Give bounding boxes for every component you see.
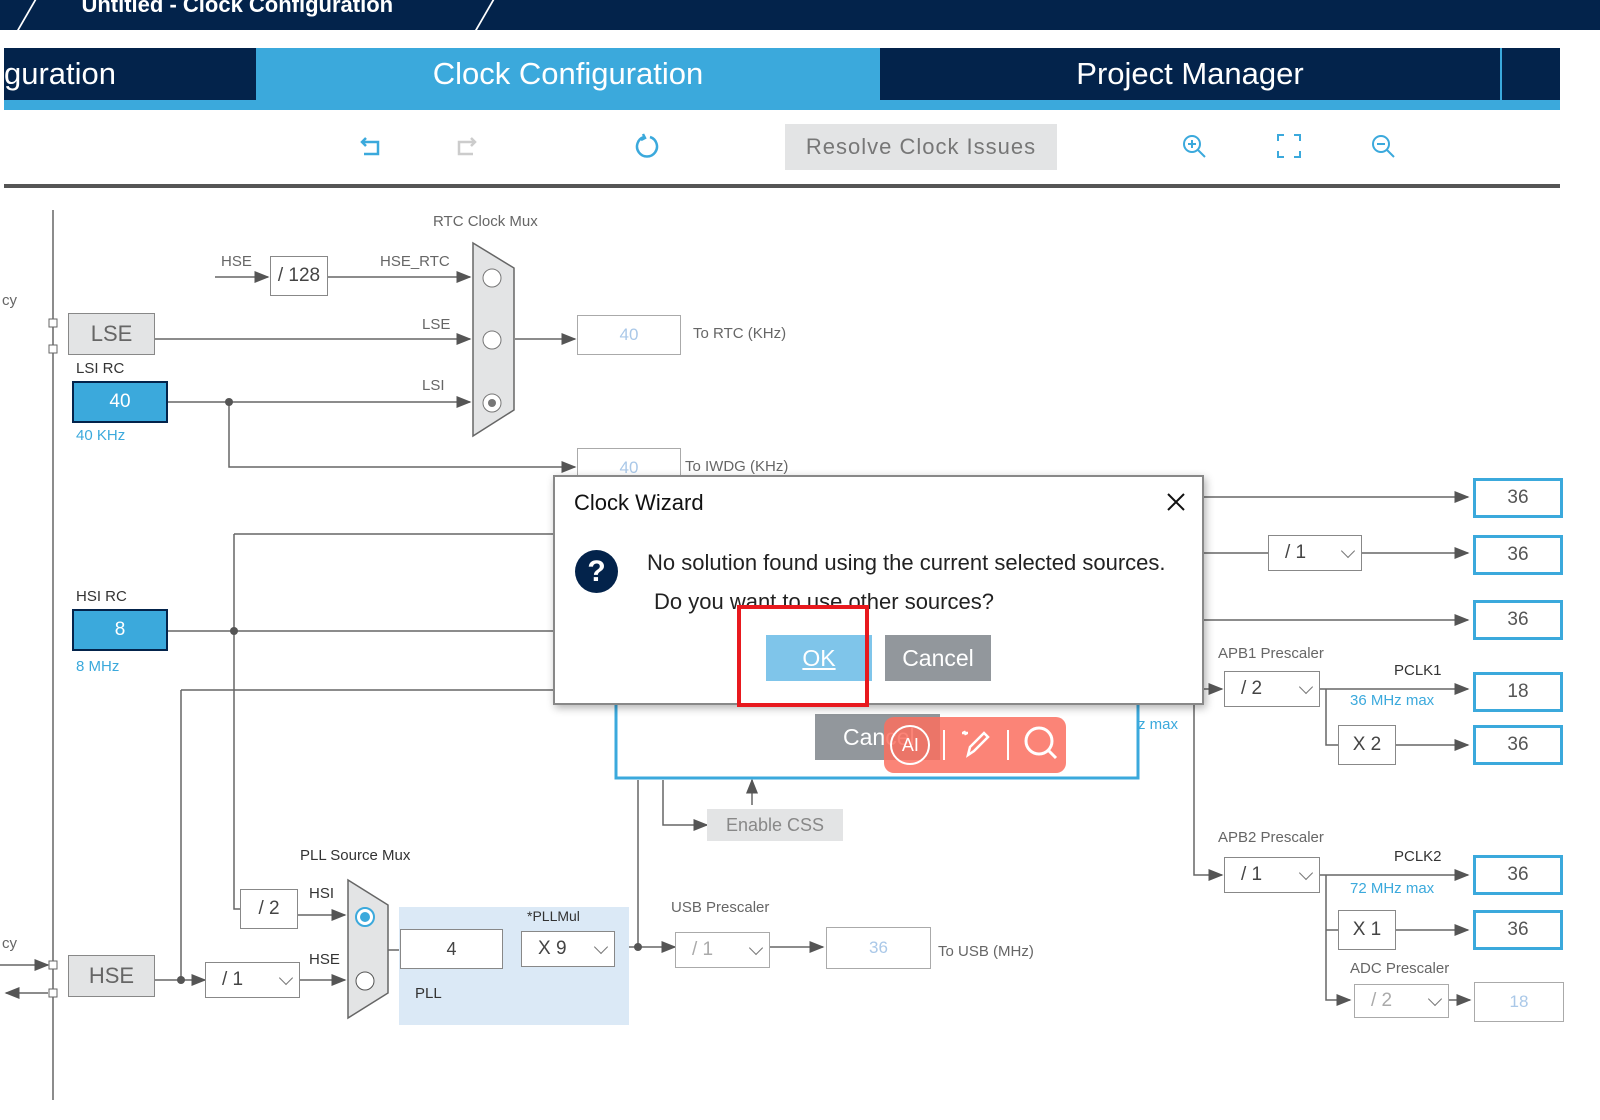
hse-source[interactable]: HSE [68, 955, 155, 997]
hse-label: HSE [221, 253, 252, 270]
apb2-prescaler-select[interactable]: / 1 [1224, 857, 1320, 893]
pclk2-value[interactable]: 36 [1473, 855, 1563, 895]
pll-input-value[interactable]: 4 [400, 929, 503, 969]
chevron-down-icon [1298, 865, 1314, 880]
chevron-down-icon [1427, 991, 1443, 1006]
divider [943, 730, 946, 760]
behind-max-label: z max [1138, 716, 1179, 733]
output-value[interactable]: 36 [1473, 478, 1563, 518]
lsi-rc-label: LSI RC [76, 360, 125, 377]
ahb-divider-select[interactable]: / 1 [1268, 535, 1362, 571]
pllmul-value: X 9 [538, 938, 567, 959]
rtc-label: To RTC (KHz) [693, 325, 787, 342]
usb-prescaler-select[interactable]: / 1 [675, 932, 770, 968]
hsi-pll-divider: / 2 [240, 889, 298, 929]
hsi-freq: 8 MHz [76, 658, 120, 675]
cy-label: cy [2, 292, 17, 309]
chevron-down-icon [1340, 543, 1356, 558]
pclk1-label: PCLK1 [1394, 662, 1442, 679]
pll-hsi-label: HSI [309, 885, 335, 902]
pll-mux-label: PLL Source Mux [300, 847, 411, 864]
ahb-divider-value: / 1 [1285, 542, 1307, 563]
adc-prescaler-label: ADC Prescaler [1350, 960, 1450, 977]
adc-value[interactable]: 18 [1474, 982, 1564, 1022]
divider [1006, 730, 1009, 760]
pll-hse-label: HSE [309, 951, 340, 968]
lsi-rc-value[interactable]: 40 [72, 381, 168, 423]
question-icon: ? [575, 550, 618, 593]
lsi-line-label: LSI [422, 377, 445, 394]
cancel-button[interactable]: Cancel [885, 635, 991, 681]
apb2-timer-multiplier: X 1 [1338, 910, 1396, 950]
chevron-down-icon [278, 970, 294, 985]
pllmul-label: *PLLMul [527, 908, 580, 924]
close-icon[interactable] [1161, 487, 1191, 517]
chevron-down-icon [593, 939, 609, 954]
chevron-down-icon [748, 940, 764, 955]
clock-wizard-dialog: Clock Wizard ? No solution found using t… [553, 475, 1204, 707]
dialog-title: Clock Wizard [574, 490, 704, 515]
hse-prediv-select[interactable]: / 1 [205, 962, 300, 998]
search-icon[interactable] [1022, 724, 1060, 767]
output-value[interactable]: 36 [1473, 535, 1563, 575]
apb1-timer-value[interactable]: 36 [1473, 725, 1563, 765]
lse-line-label: LSE [422, 316, 451, 333]
magic-pen-icon[interactable] [958, 725, 994, 766]
apb2-prescaler-label: APB2 Prescaler [1218, 829, 1324, 846]
output-value[interactable]: 36 [1473, 600, 1563, 640]
apb2-timer-value[interactable]: 36 [1473, 910, 1563, 950]
ai-chat-icon[interactable]: AI [890, 725, 931, 765]
hsi-rc-value[interactable]: 8 [72, 609, 168, 651]
usb-prescaler-value: / 1 [692, 939, 714, 960]
pclk1-max: 36 MHz max [1350, 692, 1435, 709]
apb1-timer-multiplier: X 2 [1338, 725, 1396, 765]
apb2-prescaler-value: / 1 [1241, 864, 1263, 885]
usb-label: To USB (MHz) [938, 943, 1034, 960]
lse-source[interactable]: LSE [68, 313, 155, 355]
hse-rtc-divider: / 128 [270, 256, 328, 296]
apb1-prescaler-select[interactable]: / 2 [1224, 671, 1320, 707]
pclk2-label: PCLK2 [1394, 848, 1442, 865]
ok-highlight-box [737, 605, 869, 707]
hsi-rc-label: HSI RC [76, 588, 127, 605]
pclk2-max: 72 MHz max [1350, 880, 1435, 897]
dialog-message: No solution found using the current sele… [647, 550, 1166, 575]
apb1-prescaler-label: APB1 Prescaler [1218, 645, 1324, 662]
adc-prescaler-select[interactable]: / 2 [1354, 984, 1449, 1018]
hse-prediv-value: / 1 [222, 969, 244, 990]
lsi-freq: 40 KHz [76, 427, 126, 444]
pclk1-value[interactable]: 18 [1473, 672, 1563, 712]
adc-prescaler-value: / 2 [1371, 990, 1393, 1011]
apb1-prescaler-value: / 2 [1241, 678, 1263, 699]
chevron-down-icon [1298, 679, 1314, 694]
hse-rtc-label: HSE_RTC [380, 253, 450, 270]
enable-css-button[interactable]: Enable CSS [707, 809, 843, 841]
cy-label: cy [2, 935, 17, 952]
rtc-mux-label: RTC Clock Mux [433, 213, 538, 230]
usb-value[interactable]: 36 [826, 927, 931, 969]
iwdg-label: To IWDG (KHz) [685, 458, 789, 475]
pll-label: PLL [415, 985, 442, 1002]
overlay-toolbar: AI [884, 717, 1066, 773]
usb-prescaler-label: USB Prescaler [671, 899, 770, 916]
rtc-value[interactable]: 40 [577, 315, 681, 355]
pllmul-select[interactable]: X 9 [521, 931, 615, 967]
